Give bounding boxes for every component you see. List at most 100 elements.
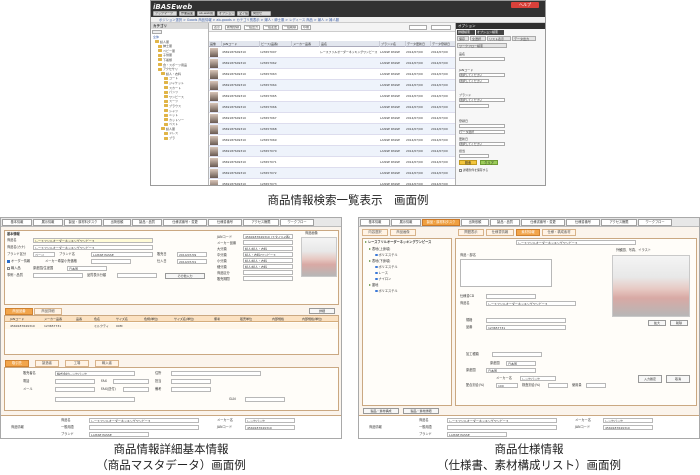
tab-supplier[interactable]: 取引先	[5, 360, 29, 367]
tab-spec-number[interactable]: 仕様書番号	[208, 219, 242, 226]
menu-contact[interactable]: 問合せ	[251, 11, 271, 16]
subtab-material[interactable]: 素材情報	[516, 229, 540, 236]
brand-field[interactable]: LAISSE PASSE	[91, 252, 153, 257]
menu-workspace[interactable]: 作業画面	[179, 11, 195, 16]
table-row[interactable]: 4569187649310 123657007 レースフリルオーダーネッキングワンピ…	[209, 47, 455, 58]
subtab-image[interactable]: 商品画像	[390, 229, 416, 236]
class-m-field[interactable]: 婦人・衣料/ワンピース	[243, 252, 293, 257]
tree-node[interactable]: ポリエステル	[375, 253, 398, 258]
help-button[interactable]: ヘルプ	[511, 2, 539, 8]
workflow-search-section[interactable]: ワークフロー検索	[457, 43, 507, 48]
tab-detail-search[interactable]: 詳細検索	[457, 30, 475, 35]
subtab-issue[interactable]: 問題表示	[458, 229, 484, 236]
tree-node[interactable]: ポリエステル	[375, 265, 398, 270]
spec-name-field[interactable]: レースフリルオーダーネッキングワンピース	[486, 301, 576, 306]
brand-code-field[interactable]: ページ	[33, 252, 55, 257]
product-thumbnail[interactable]	[210, 59, 218, 68]
product-thumbnail[interactable]	[210, 92, 218, 101]
table-row[interactable]: 4569187649310 123657069 LAISSE PASSE 2014/0…	[209, 135, 455, 146]
product-thumbnail[interactable]	[210, 114, 218, 123]
product-thumbnail[interactable]	[210, 180, 218, 185]
tab-spec-change[interactable]: 仕様書番号・変更	[163, 219, 207, 226]
table-row[interactable]: 4569187649310 123657731 ミルクティ 00M	[5, 323, 338, 329]
product-thumbnail[interactable]	[210, 136, 218, 145]
table-row[interactable]: 4569187649310 123657062 LAISSE PASSE 2014/0…	[209, 58, 455, 69]
menu-abweb[interactable]: ab-web用	[197, 11, 215, 16]
options-jan-sub-select[interactable]: 選択してください	[459, 79, 489, 83]
options-owner-input[interactable]	[459, 154, 489, 158]
options-brand-select[interactable]: 選択してください	[459, 98, 505, 102]
subtab-select[interactable]: 内容選択	[362, 229, 388, 236]
tab-basic-info[interactable]: 基本情報	[360, 219, 390, 226]
seller-field[interactable]: 株式会社レッセパッセ	[55, 371, 135, 376]
mail-field[interactable]	[55, 387, 95, 392]
options-regdate-select[interactable]: データ選択	[459, 130, 505, 134]
search-button[interactable]: 検索	[459, 160, 477, 165]
data-export-button[interactable]: データ出力	[512, 36, 536, 41]
product-thumbnail[interactable]	[210, 48, 218, 57]
options-save-note[interactable]: 詳細条件を保存する	[459, 168, 488, 172]
sale-period-field[interactable]	[243, 276, 293, 281]
table-row[interactable]: 4569187649310 123657071 LAISSE PASSE 2014/0…	[209, 157, 455, 168]
menu-bookmark[interactable]: ブックマーク	[153, 11, 177, 16]
table-row[interactable]: 4569187649310 123657068 LAISSE PASSE 2014/0…	[209, 124, 455, 135]
product-thumbnail[interactable]	[210, 103, 218, 112]
tab-access[interactable]: アクセス権限	[601, 219, 637, 226]
col-color[interactable]: 色名	[93, 316, 107, 322]
tab-access[interactable]: アクセス権限	[243, 219, 279, 226]
product-thumbnail[interactable]	[210, 169, 218, 178]
fax-field[interactable]	[113, 379, 149, 384]
zoom-button[interactable]: 拡大	[648, 320, 666, 326]
note-field[interactable]	[171, 387, 211, 392]
tab-shipping[interactable]: 出荷依頼	[103, 219, 131, 226]
toolbar-export-button[interactable]: 一括出力	[244, 25, 260, 30]
usage-field[interactable]	[586, 383, 606, 388]
stock-date-field[interactable]: 2014/07/01	[177, 259, 207, 264]
maker-name-field[interactable]: レッセパッセ	[520, 376, 556, 381]
tab-importer[interactable]: 輸入者	[95, 360, 119, 367]
extra-field[interactable]	[55, 397, 135, 402]
process-field[interactable]	[492, 352, 542, 357]
product-thumbnail[interactable]	[210, 158, 218, 167]
ratio2-field[interactable]	[548, 383, 568, 388]
tree-node[interactable]: ブラ	[152, 136, 208, 141]
table-row[interactable]: 4569187649310 123657063 LAISSE PASSE 2014/0…	[209, 69, 455, 80]
clear-button[interactable]: クリア	[480, 160, 498, 165]
origin2-field[interactable]: 日本国	[486, 368, 536, 373]
ratio-field[interactable]: 100	[496, 383, 518, 388]
page-size-select[interactable]	[409, 25, 427, 30]
toolbar-view-button[interactable]: 表示	[212, 25, 222, 30]
toolbar-delete-button[interactable]: 一括削除	[282, 25, 298, 30]
table-row[interactable]: 4569187649310 123657066 LAISSE PASSE 2014/0…	[209, 102, 455, 113]
col-size-unit[interactable]: サイズ名(単位)	[173, 316, 203, 322]
tab-quality[interactable]: 製品・品質	[132, 219, 162, 226]
product-name-kana-field[interactable]: レースフリルオーダーネッキングワンピース	[33, 245, 153, 250]
expand-icon[interactable]	[365, 241, 367, 243]
col-internal[interactable]: 内部規格	[271, 316, 293, 322]
product-type-field[interactable]	[243, 270, 293, 275]
subtab-spec[interactable]: 仕様書情報	[486, 229, 514, 236]
address-field[interactable]	[171, 371, 261, 376]
spec-photo[interactable]	[612, 255, 690, 317]
class-s-field[interactable]: 婦人/婦人・衣料	[243, 258, 293, 263]
tree-node[interactable]: 裏地	[369, 283, 378, 288]
delete-image-button[interactable]: 削除	[670, 320, 688, 326]
col-product-no[interactable]: 品番	[75, 316, 87, 322]
retail-price-field[interactable]	[91, 259, 131, 264]
tree-node[interactable]: ナイロン	[375, 277, 391, 282]
options-name-input[interactable]	[459, 57, 505, 61]
tab-quality[interactable]: 製品・品質	[490, 219, 520, 226]
col-maker-no[interactable]: メーカー品番	[43, 316, 69, 322]
save-button[interactable]: 保存	[457, 36, 469, 41]
toolbar-print-button[interactable]: 印刷	[301, 25, 311, 30]
tel-field[interactable]	[55, 379, 95, 384]
table-row[interactable]: 4569187649310 123657072 LAISSE PASSE 2014/0…	[209, 168, 455, 179]
toolbar-edit-button[interactable]: 一括変更	[263, 25, 279, 30]
col-note[interactable]: 備考	[213, 316, 227, 322]
tree-toggle-button[interactable]	[152, 30, 162, 34]
tab-option-search[interactable]: オプション検索	[476, 30, 504, 35]
product-no-field[interactable]: 123657731	[486, 325, 566, 330]
tab-display-info[interactable]: 展示情報	[33, 219, 63, 226]
size-field[interactable]	[486, 318, 566, 323]
product-thumbnail[interactable]	[210, 125, 218, 134]
